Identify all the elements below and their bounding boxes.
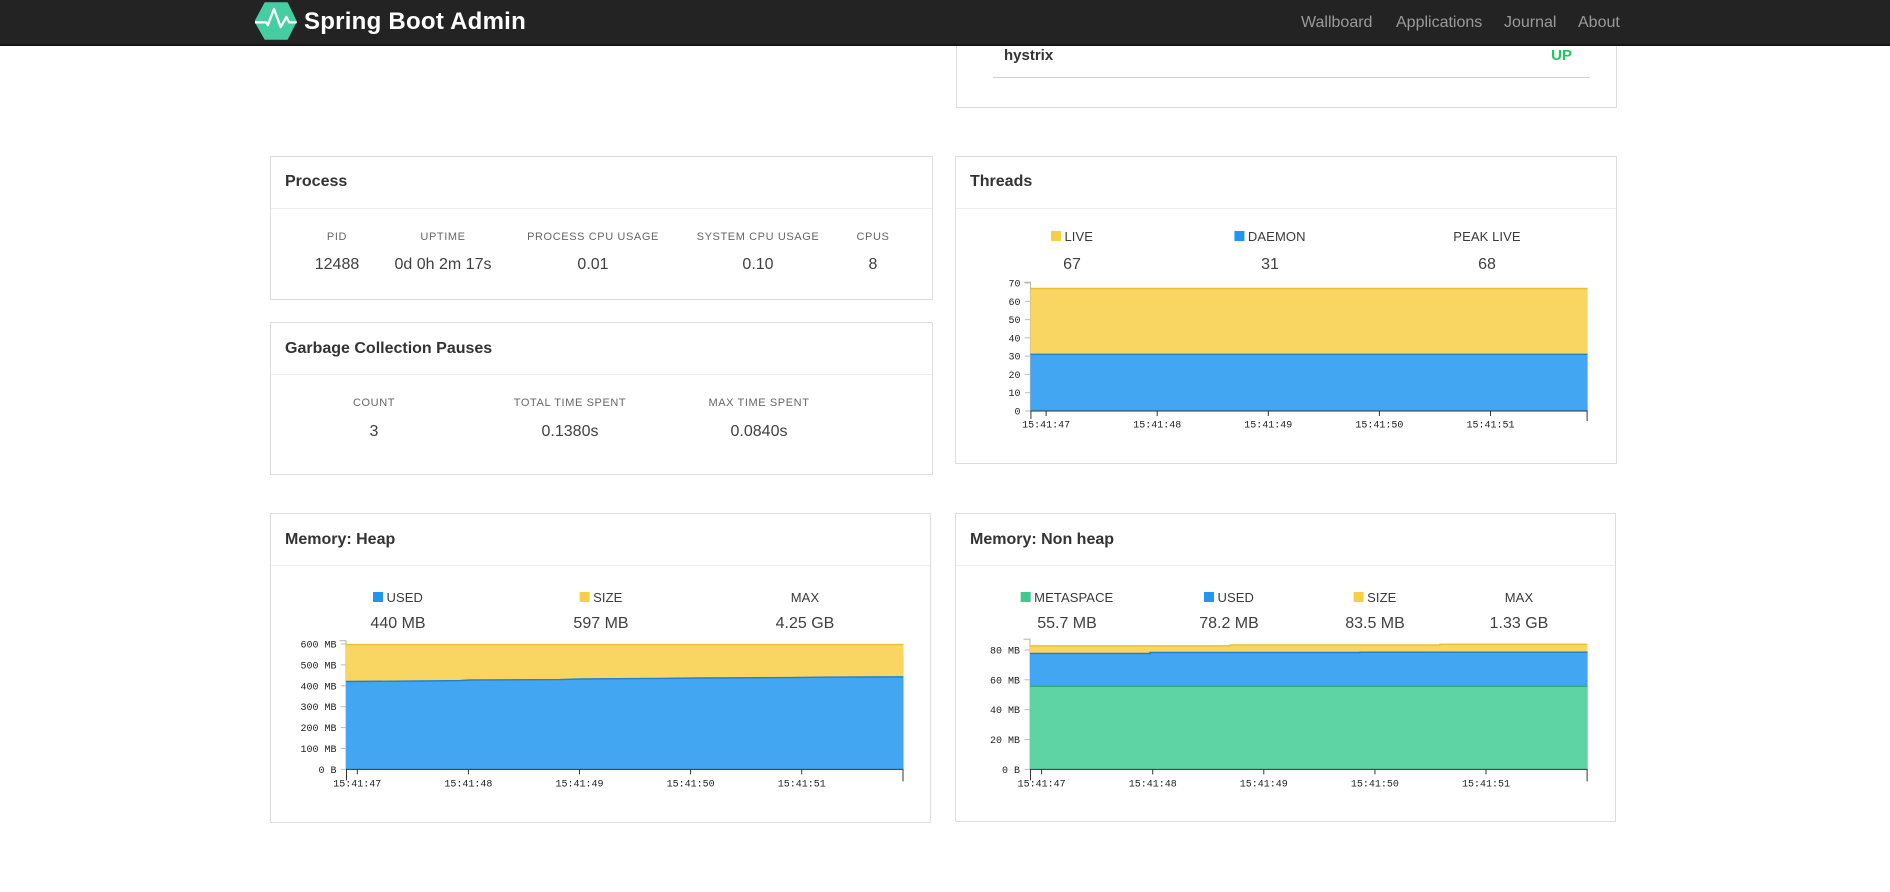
svg-text:70: 70	[1008, 280, 1020, 291]
svg-text:15:41:51: 15:41:51	[1462, 780, 1510, 791]
svg-text:15:41:50: 15:41:50	[667, 780, 715, 791]
svg-text:15:41:50: 15:41:50	[1351, 780, 1399, 791]
svg-text:10: 10	[1008, 389, 1020, 400]
svg-text:600 MB: 600 MB	[300, 641, 336, 652]
svg-text:400 MB: 400 MB	[300, 682, 336, 693]
svg-text:15:41:51: 15:41:51	[778, 780, 826, 791]
svg-text:15:41:48: 15:41:48	[1129, 780, 1177, 791]
svg-text:40: 40	[1008, 334, 1020, 345]
svg-text:300 MB: 300 MB	[300, 703, 336, 714]
svg-text:15:41:47: 15:41:47	[1022, 421, 1070, 432]
svg-text:15:41:48: 15:41:48	[444, 780, 492, 791]
svg-text:15:41:51: 15:41:51	[1466, 421, 1514, 432]
svg-text:200 MB: 200 MB	[300, 724, 336, 735]
svg-text:60 MB: 60 MB	[990, 676, 1020, 687]
svg-text:100 MB: 100 MB	[300, 745, 336, 756]
svg-text:15:41:48: 15:41:48	[1133, 421, 1181, 432]
svg-text:20: 20	[1008, 371, 1020, 382]
svg-text:15:41:49: 15:41:49	[555, 780, 603, 791]
svg-text:15:41:47: 15:41:47	[333, 780, 381, 791]
svg-text:500 MB: 500 MB	[300, 661, 336, 672]
svg-text:40 MB: 40 MB	[990, 706, 1020, 717]
svg-text:15:41:50: 15:41:50	[1355, 421, 1403, 432]
svg-text:15:41:49: 15:41:49	[1240, 780, 1288, 791]
svg-text:0 B: 0 B	[318, 766, 336, 777]
svg-text:0 B: 0 B	[1002, 766, 1020, 777]
svg-text:15:41:47: 15:41:47	[1018, 780, 1066, 791]
svg-text:0: 0	[1014, 408, 1020, 419]
svg-text:30: 30	[1008, 353, 1020, 364]
svg-text:80 MB: 80 MB	[990, 647, 1020, 658]
svg-text:20 MB: 20 MB	[990, 736, 1020, 747]
svg-text:60: 60	[1008, 298, 1020, 309]
svg-text:50: 50	[1008, 316, 1020, 327]
svg-text:15:41:49: 15:41:49	[1244, 421, 1292, 432]
